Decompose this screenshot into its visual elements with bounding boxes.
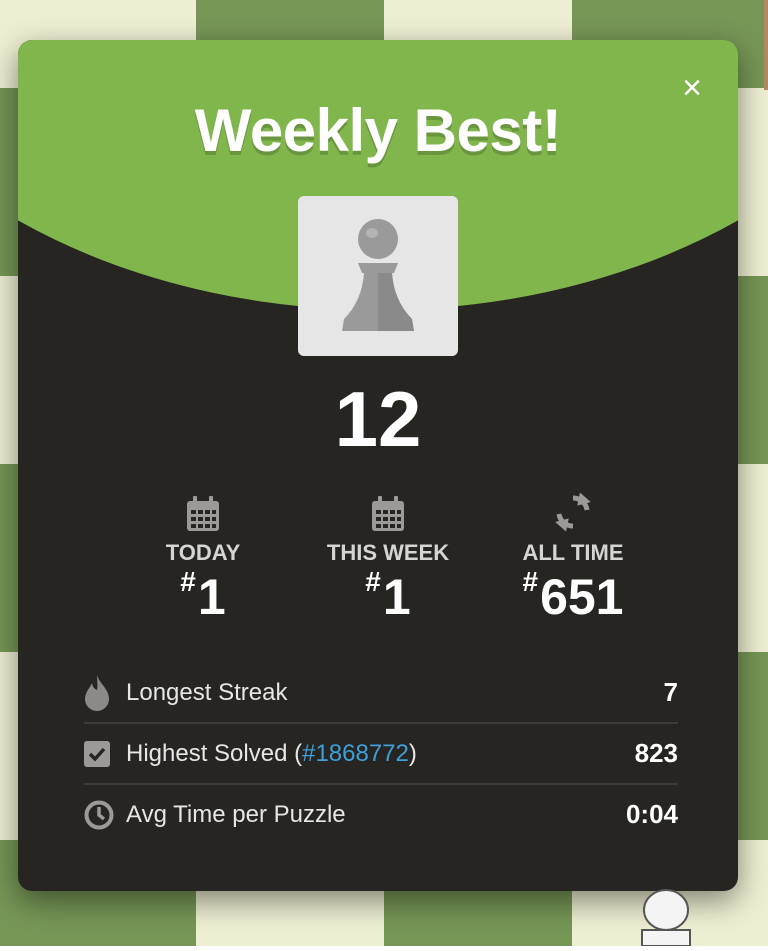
stat-label: Highest Solved (#1868772) [126,739,417,767]
flame-icon [85,674,109,711]
rank-this-week: THIS WEEK #1 [303,492,473,626]
close-icon: × [682,69,702,107]
puzzle-score: 12 [334,375,422,463]
pawn-avatar [298,196,458,356]
stat-value: 823 [634,738,678,768]
rank-all-time: ALL TIME #651 [488,492,658,626]
rank-summary: TODAY #1 THIS WEEK #1 ALL TIME #651 [118,492,658,626]
calendar-icon [187,496,219,531]
modal-title: Weekly Best! [194,97,562,164]
stat-avg-time: Avg Time per Puzzle 0:04 [84,785,678,844]
pawn-icon [641,889,691,947]
stat-value: 0:04 [625,799,678,829]
rank-value: #1 [365,566,411,625]
stat-label: Longest Streak [126,678,288,706]
calendar-icon [372,496,404,531]
checkbox-icon [84,740,110,767]
rank-label: TODAY [165,540,241,565]
rank-value: #651 [522,566,624,625]
refresh-icon [555,492,591,532]
stat-highest-solved: Highest Solved (#1868772) 823 [84,724,678,785]
board-pawn-piece [634,886,698,951]
stat-value: 7 [663,677,678,707]
weekly-best-modal: Weekly Best! × 12 TODAY #1 THIS WEEK #1 … [18,40,738,891]
board-edge [764,0,768,90]
puzzle-link[interactable]: #1868772 [302,740,409,767]
stat-longest-streak: Longest Streak 7 [84,663,678,724]
pawn-icon [342,219,414,331]
rank-value: #1 [180,566,226,625]
stat-label: Avg Time per Puzzle [126,800,346,828]
stats-list: Longest Streak 7 Highest Solved (#186877… [84,663,678,844]
rank-label: ALL TIME [522,540,624,565]
rank-label: THIS WEEK [326,540,450,565]
rank-today: TODAY #1 [118,492,288,626]
close-button[interactable]: × [674,70,710,106]
clock-icon [84,800,114,829]
